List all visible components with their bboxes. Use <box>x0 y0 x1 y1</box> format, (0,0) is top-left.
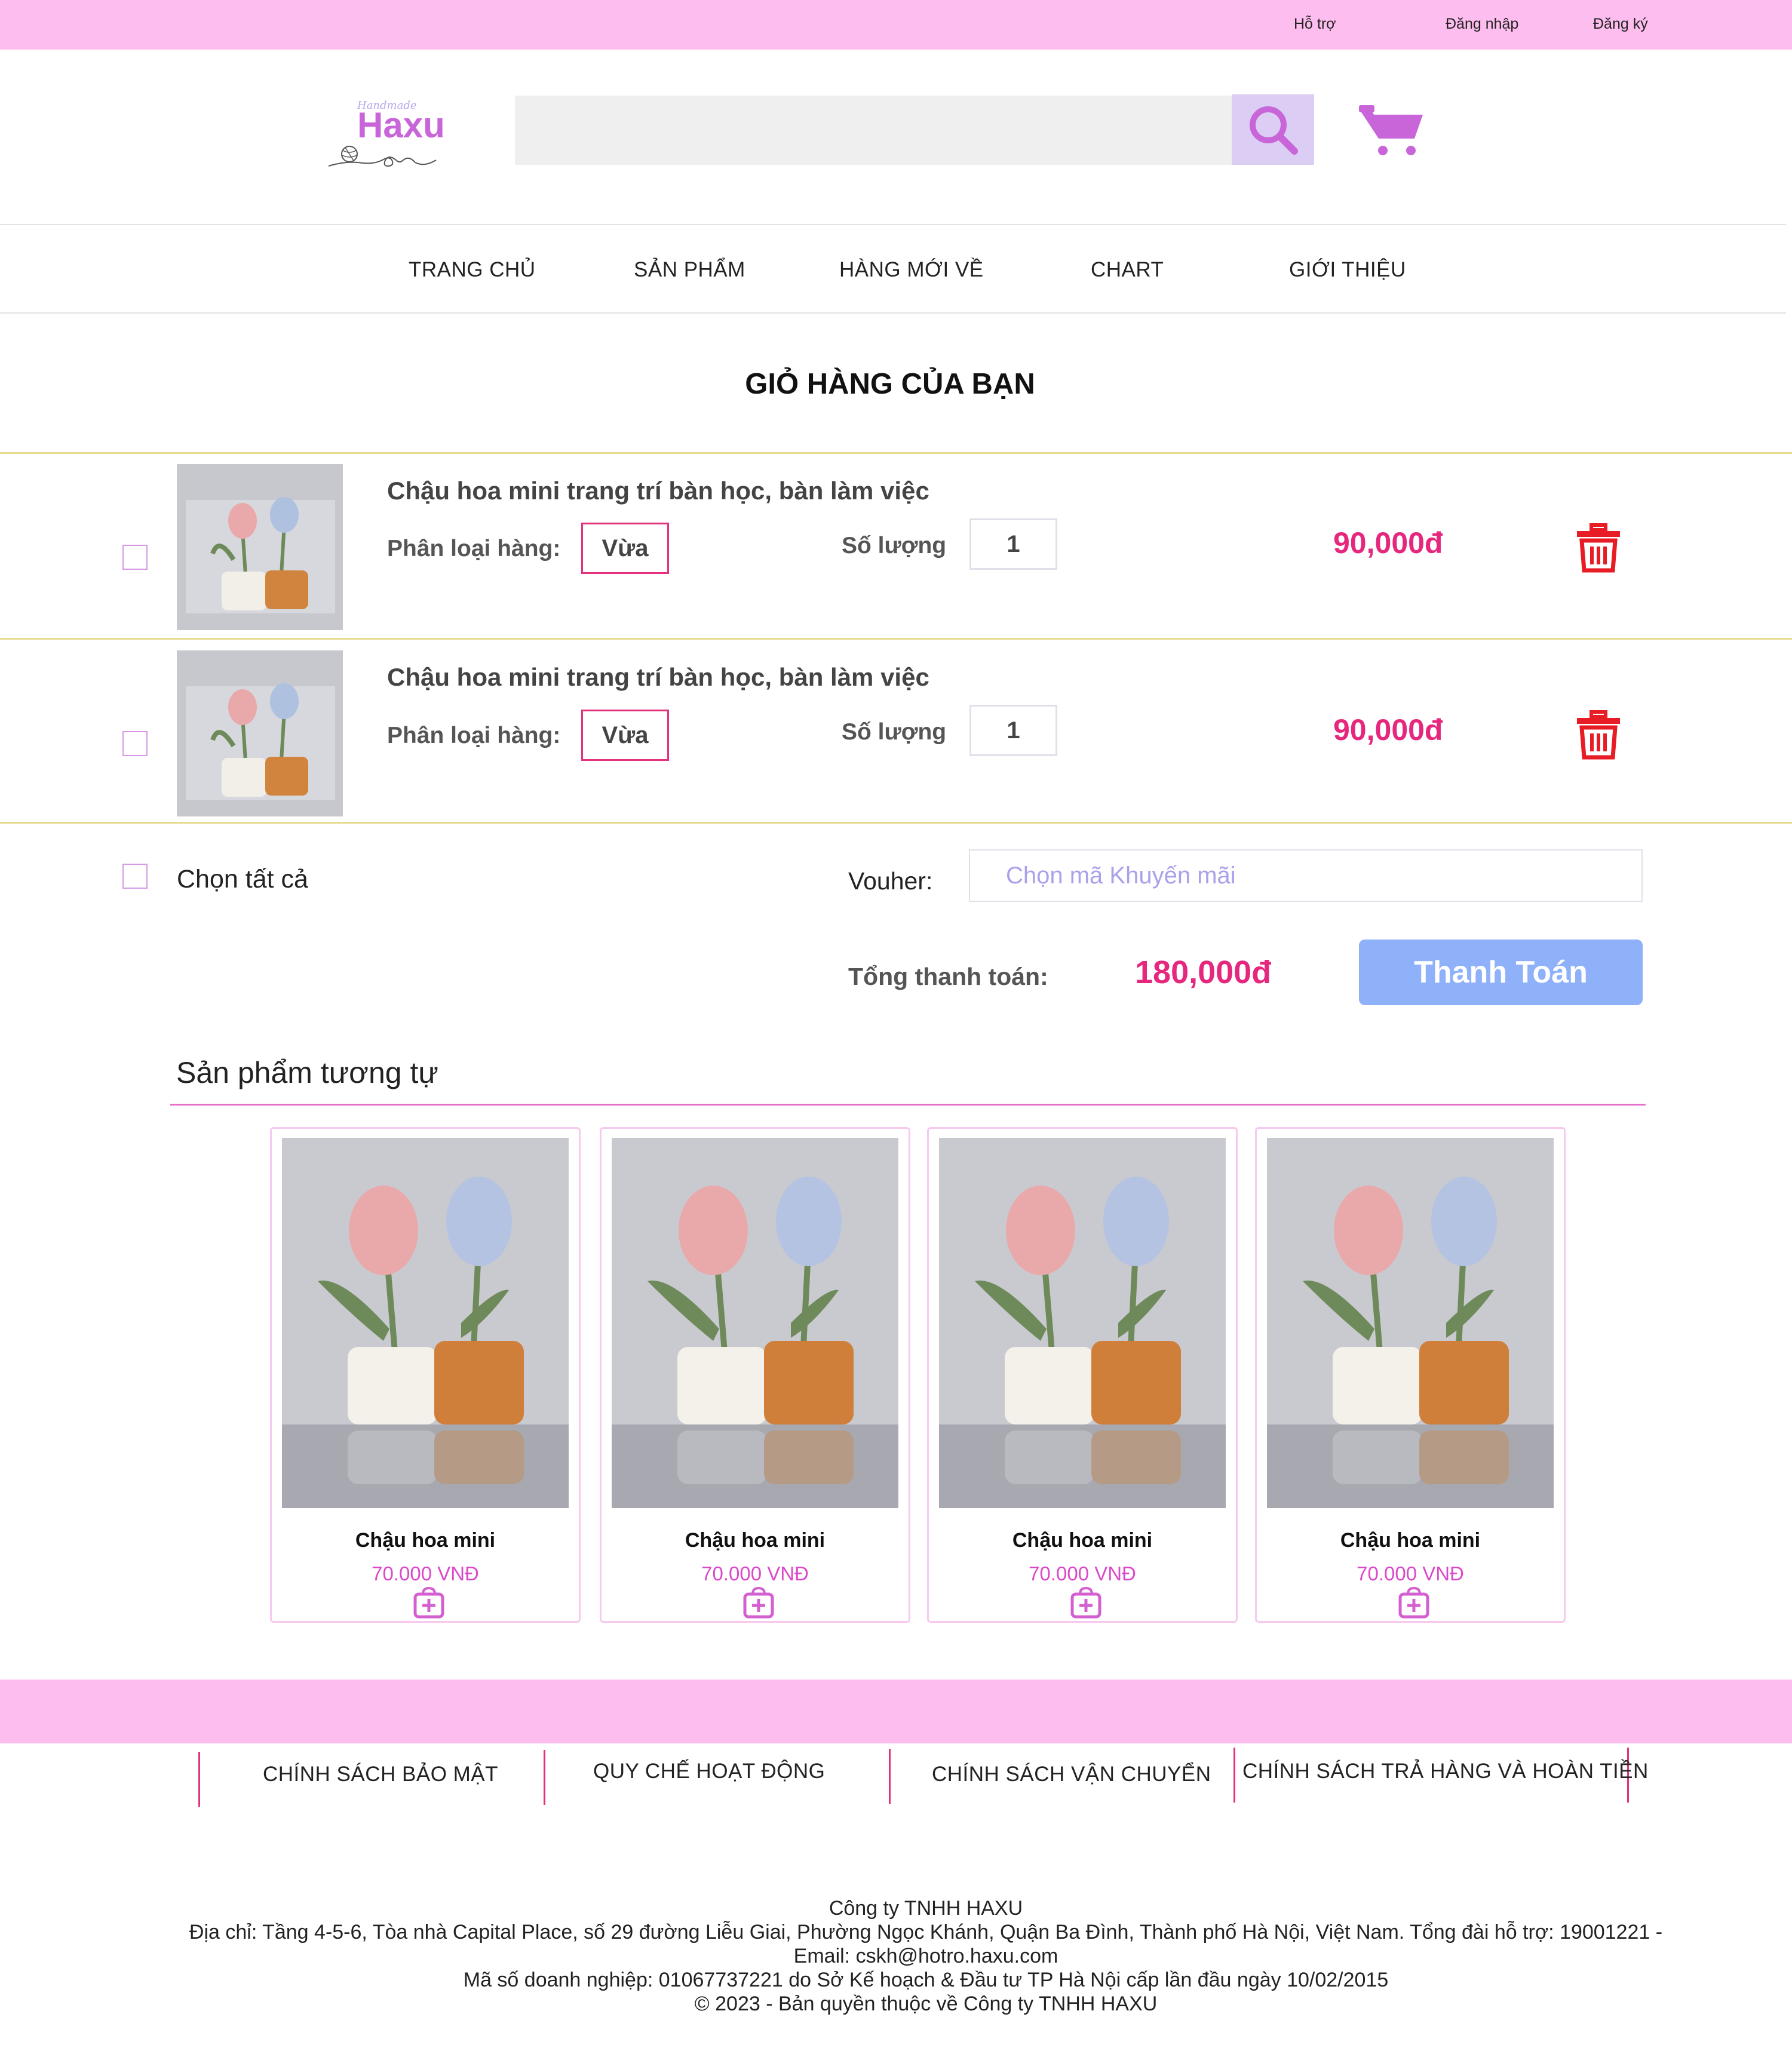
voucher-input[interactable] <box>969 849 1643 902</box>
footer-separator <box>198 1752 200 1807</box>
footer-copyright: © 2023 - Bản quyền thuộc về Công ty TNHH… <box>694 1992 1158 2015</box>
register-link[interactable]: Đăng ký <box>1593 16 1648 33</box>
product-price: 70.000 VNĐ <box>1029 1562 1136 1585</box>
product-name: Chậu hoa mini <box>1340 1529 1481 1552</box>
add-to-cart-icon <box>413 1586 444 1619</box>
product-name: Chậu hoa mini <box>685 1529 826 1552</box>
tulip-pot-image <box>1267 1138 1554 1508</box>
tulip-pot-image <box>177 650 343 816</box>
nav-chart[interactable]: CHART <box>1091 258 1164 282</box>
similar-products-divider <box>170 1104 1646 1106</box>
product-price: 70.000 VNĐ <box>701 1562 809 1585</box>
quantity-input[interactable]: 1 <box>969 518 1057 570</box>
cart-item-checkbox[interactable] <box>122 545 148 570</box>
support-link[interactable]: Hỗ trợ <box>1294 16 1336 33</box>
footer-link-shipping[interactable]: CHÍNH SÁCH VẬN CHUYỂN <box>932 1763 1211 1786</box>
cart-item-title[interactable]: Chậu hoa mini trang trí bàn học, bàn làm… <box>387 663 929 692</box>
footer-separator <box>1233 1748 1235 1803</box>
footer-address: Địa chỉ: Tầng 4-5-6, Tòa nhà Capital Pla… <box>189 1921 1663 1967</box>
tulip-pot-image <box>939 1138 1226 1508</box>
login-link[interactable]: Đăng nhập <box>1446 16 1518 33</box>
cart-item-thumbnail <box>177 650 343 816</box>
tulip-pot-image <box>612 1138 898 1508</box>
variant-selector[interactable]: Vừa <box>581 710 669 761</box>
search-icon <box>1250 106 1298 155</box>
footer-separator <box>544 1750 545 1805</box>
product-name: Chậu hoa mini <box>1012 1529 1153 1552</box>
similar-products-title: Sản phẩm tương tự <box>176 1056 438 1089</box>
nav-products[interactable]: SẢN PHẨM <box>634 258 745 282</box>
search-input[interactable] <box>515 96 1232 165</box>
product-image <box>282 1138 569 1508</box>
nav-about[interactable]: GIỚI THIỆU <box>1289 258 1406 282</box>
variant-label: Phân loại hàng: <box>387 536 561 561</box>
add-to-cart-button[interactable] <box>1069 1586 1103 1619</box>
voucher-label: Vouher: <box>848 867 933 895</box>
quantity-label: Số lượng <box>842 719 947 745</box>
add-to-cart-icon <box>1070 1586 1101 1619</box>
delete-item-button[interactable] <box>1575 710 1622 760</box>
footer-company: Công ty TNHH HAXU <box>829 1897 1023 1920</box>
page-title: GIỎ HÀNG CỦA BẠN <box>745 368 1035 400</box>
logo-brand: Haxu <box>357 105 445 145</box>
nav-new-arrivals[interactable]: HÀNG MỚI VỀ <box>839 258 984 282</box>
cart-item-title[interactable]: Chậu hoa mini trang trí bàn học, bàn làm… <box>387 477 929 505</box>
quantity-input[interactable]: 1 <box>969 705 1057 756</box>
tulip-pot-image <box>177 464 343 630</box>
checkout-button[interactable]: Thanh Toán <box>1359 940 1643 1005</box>
cart-item-price: 90,000đ <box>1333 713 1443 747</box>
cart-item-thumbnail <box>177 464 343 630</box>
quantity-label: Số lượng <box>842 533 947 558</box>
divider <box>0 822 1792 824</box>
footer-info: Công ty TNHH HAXU Địa chỉ: Tầng 4-5-6, T… <box>179 1896 1673 2016</box>
cart-item-checkbox[interactable] <box>122 731 148 756</box>
footer-business-id: Mã số doanh nghiệp: 01067737221 do Sở Kế… <box>463 1969 1389 1991</box>
product-image <box>612 1138 898 1508</box>
variant-selector[interactable]: Vừa <box>581 523 669 574</box>
product-image <box>1267 1138 1554 1508</box>
select-all-label[interactable]: Chọn tất cả <box>177 865 308 894</box>
add-to-cart-button[interactable] <box>742 1586 775 1619</box>
product-price: 70.000 VNĐ <box>372 1562 479 1585</box>
search-button[interactable] <box>1232 94 1314 165</box>
product-price: 70.000 VNĐ <box>1357 1562 1464 1585</box>
product-name: Chậu hoa mini <box>355 1529 496 1552</box>
add-to-cart-icon <box>1398 1586 1429 1619</box>
product-image <box>939 1138 1226 1508</box>
product-card[interactable]: Chậu hoa mini 70.000 VNĐ <box>270 1127 581 1623</box>
footer-link-returns[interactable]: CHÍNH SÁCH TRẢ HÀNG VÀ HOÀN TIỀN <box>1242 1760 1649 1783</box>
footer-separator <box>889 1749 891 1804</box>
variant-label: Phân loại hàng: <box>387 723 561 748</box>
add-to-cart-icon <box>743 1586 774 1619</box>
footer-link-regulations[interactable]: QUY CHẾ HOẠT ĐỘNG <box>593 1760 825 1783</box>
delete-item-button[interactable] <box>1575 523 1622 573</box>
product-card[interactable]: Chậu hoa mini 70.000 VNĐ <box>600 1127 910 1623</box>
cart-button[interactable] <box>1353 99 1431 164</box>
cart-icon <box>1359 105 1423 155</box>
nav-home[interactable]: TRANG CHỦ <box>409 258 536 282</box>
select-all-checkbox[interactable] <box>122 864 148 889</box>
trash-icon <box>1577 710 1620 760</box>
logo-mark: Handmade Haxu <box>328 99 445 167</box>
product-card[interactable]: Chậu hoa mini 70.000 VNĐ <box>927 1127 1238 1623</box>
add-to-cart-button[interactable] <box>1397 1586 1431 1619</box>
add-to-cart-button[interactable] <box>412 1586 446 1619</box>
trash-icon <box>1577 523 1620 573</box>
tulip-pot-image <box>282 1138 569 1508</box>
total-value: 180,000đ <box>1135 954 1272 990</box>
footer-band <box>0 1680 1792 1743</box>
product-card[interactable]: Chậu hoa mini 70.000 VNĐ <box>1255 1127 1566 1623</box>
cart-item-price: 90,000đ <box>1333 526 1443 560</box>
top-bar <box>0 0 1792 50</box>
footer-link-privacy[interactable]: CHÍNH SÁCH BẢO MẬT <box>263 1763 498 1786</box>
total-label: Tổng thanh toán: <box>848 963 1048 990</box>
logo[interactable]: Handmade Haxu <box>326 96 469 179</box>
